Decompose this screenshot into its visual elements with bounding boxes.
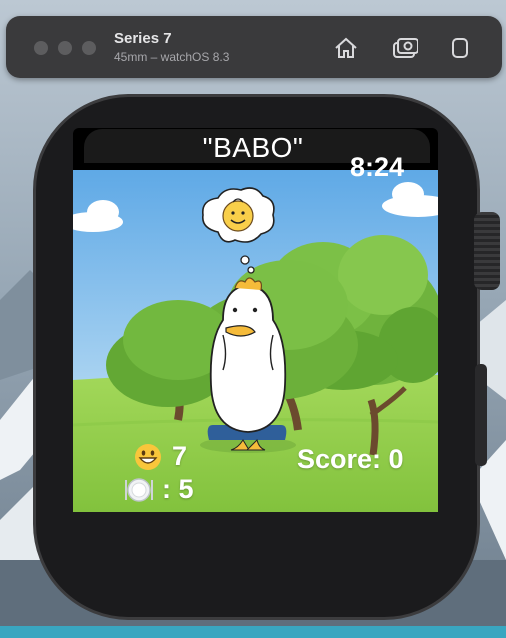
watch-clock: 8:24 (350, 152, 405, 182)
screenshot-button[interactable] (392, 36, 418, 60)
side-button[interactable] (475, 364, 487, 466)
window-controls (34, 41, 96, 55)
zoom-window-button[interactable] (82, 41, 96, 55)
home-icon (335, 37, 357, 58)
close-window-button[interactable] (34, 41, 48, 55)
device-info: 45mm – watchOS 8.3 (114, 50, 230, 64)
device-name: Series 7 (114, 30, 172, 47)
rotate-icon (452, 38, 468, 58)
grinning-face-icon (135, 443, 161, 470)
food-stat: : 5 (124, 474, 194, 505)
desktop-dock-edge (0, 626, 506, 638)
plate-icon (125, 477, 153, 502)
mood-value: 7 (172, 441, 188, 471)
minimize-window-button[interactable] (58, 41, 72, 55)
digital-crown[interactable] (474, 212, 500, 290)
home-button[interactable] (333, 36, 359, 60)
rotate-button[interactable] (447, 36, 473, 60)
score-label: Score: 0 (297, 444, 404, 474)
simulator-toolbar: Series 7 45mm – watchOS 8.3 (6, 16, 502, 78)
app-title: "BABO" (202, 132, 304, 163)
food-value: : 5 (162, 474, 194, 504)
mood-stat: 7 (134, 441, 187, 472)
screenshot-icon (393, 38, 418, 58)
